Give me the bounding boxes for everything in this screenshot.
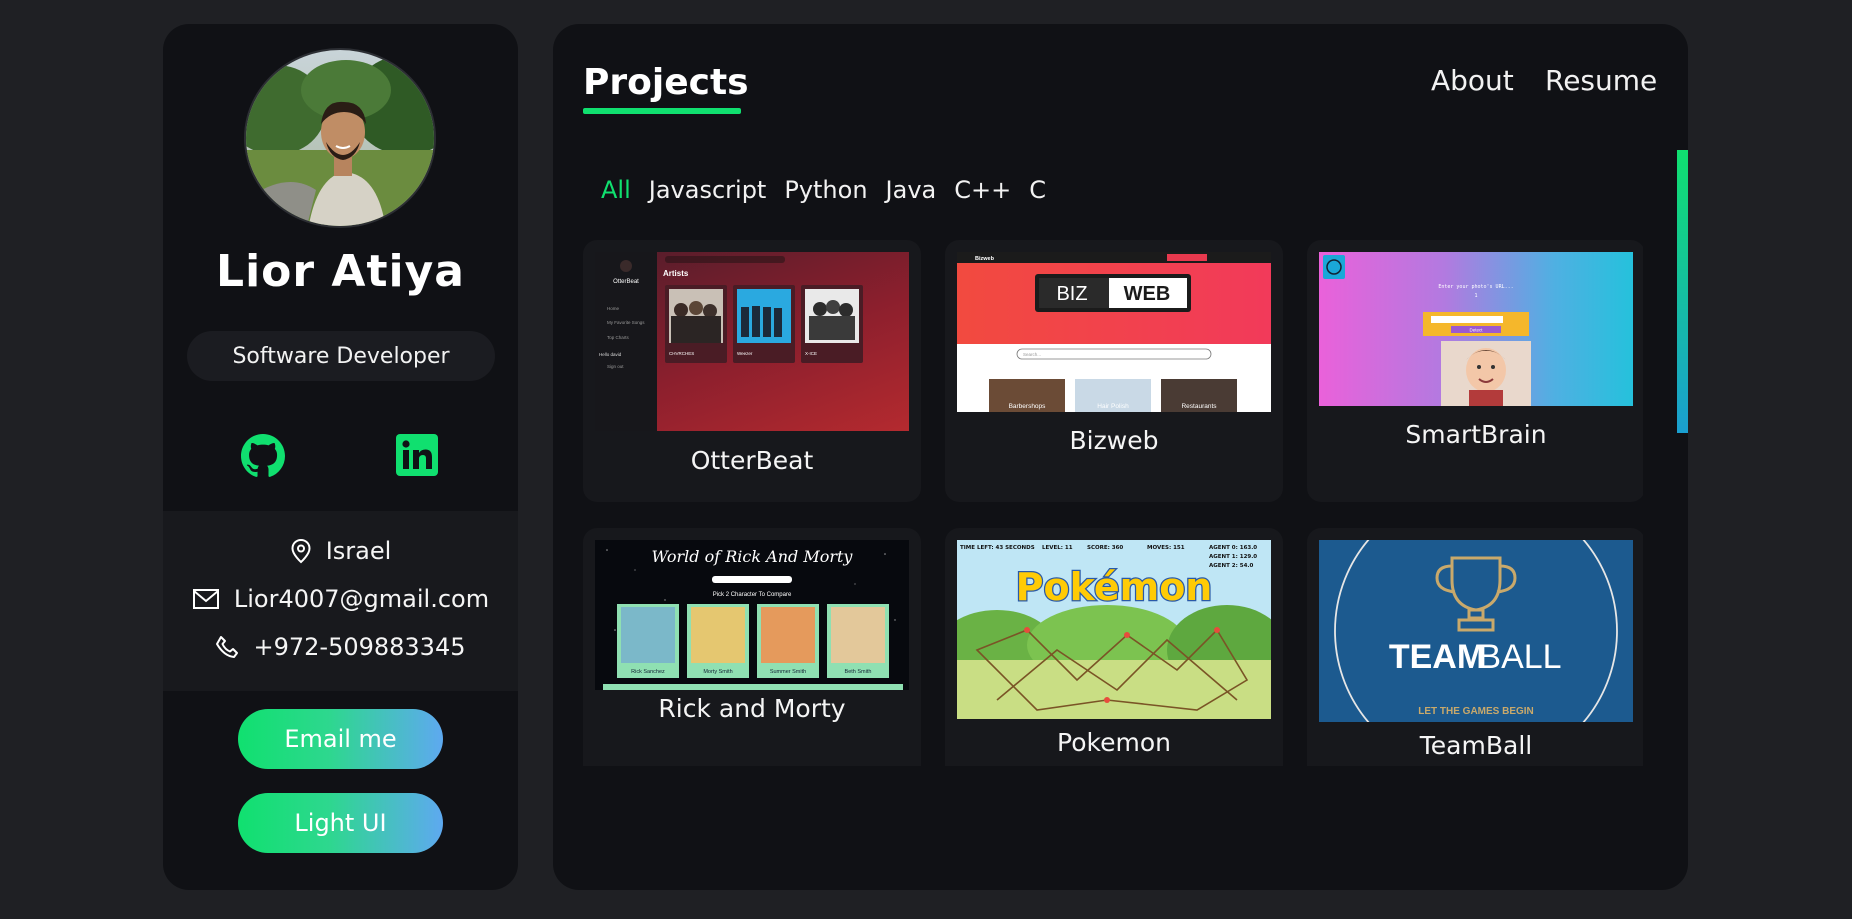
project-card-otterbeat[interactable]: OtterBeat Home My Favorite Songs Top Cha… [583,240,921,502]
svg-text:Morty Smith: Morty Smith [703,669,732,675]
filter-cpp[interactable]: C++ [954,176,1011,204]
light-ui-toggle-button[interactable]: Light UI [238,793,443,853]
email-text[interactable]: Lior4007@gmail.com [234,585,489,613]
svg-text:1: 1 [1474,293,1477,299]
role-badge: Software Developer [187,331,495,381]
phone-text[interactable]: +972-509883345 [253,633,465,661]
svg-text:LEVEL: 11: LEVEL: 11 [1042,545,1073,551]
svg-text:Rick Sanchez: Rick Sanchez [631,669,665,675]
svg-text:My Favorite Songs: My Favorite Songs [607,320,645,325]
svg-text:Hair Polish: Hair Polish [1097,403,1129,410]
project-card-bizweb[interactable]: Bizweb BIZ WEB Search... Barbershops Hai… [945,240,1283,502]
location-text: Israel [325,537,392,565]
svg-text:World of Rick And Morty: World of Rick And Morty [652,547,854,566]
svg-text:OtterBeat: OtterBeat [613,279,639,285]
svg-text:Weezer: Weezer [737,351,753,356]
svg-text:Detect: Detect [1469,328,1483,333]
svg-text:Search...: Search... [1023,352,1041,357]
email-me-button[interactable]: Email me [238,709,443,769]
otterbeat-sidebar: OtterBeat Home My Favorite Songs Top Cha… [595,252,657,431]
svg-text:BALL: BALL [1478,638,1561,676]
otterbeat-content: Artists CHVRCHES Weezer X-ICE [657,252,909,431]
profile-sidebar: Lior Atiya Software Developer Israel Lio… [163,24,518,890]
project-card-teamball[interactable]: TEAM BALL LET THE GAMES BEGIN TeamBall [1307,528,1643,766]
pokemon-thumbnail: Pokémon TIME LEFT: 43 SECONDS LEVEL: 11 … [957,540,1271,719]
project-title: OtterBeat [690,446,814,475]
location-row: Israel [163,537,518,565]
linkedin-icon[interactable] [396,434,440,478]
filter-python[interactable]: Python [784,176,867,204]
project-title: Rick and Morty [658,694,846,723]
svg-text:Pick 2 Character To Compare: Pick 2 Character To Compare [713,592,792,598]
location-pin-icon [291,538,311,564]
page-title: Projects [583,62,749,103]
project-title: SmartBrain [1405,420,1547,449]
avatar [244,48,436,228]
svg-text:Barbershops: Barbershops [1009,403,1047,410]
svg-text:CHVRCHES: CHVRCHES [669,351,694,356]
svg-text:Summer Smith: Summer Smith [770,669,806,675]
projects-grid: OtterBeat Home My Favorite Songs Top Cha… [583,240,1643,766]
svg-text:Restaurants: Restaurants [1181,403,1217,410]
svg-text:LET THE GAMES BEGIN: LET THE GAMES BEGIN [1418,706,1534,717]
contact-info: Israel Lior4007@gmail.com +972-509883345 [163,511,518,691]
svg-text:X-ICE: X-ICE [805,351,817,356]
role-label: Software Developer [232,343,450,369]
filter-all[interactable]: All [601,176,631,204]
rick-and-morty-thumbnail: World of Rick And Morty Pick 2 Character… [595,540,909,690]
projects-panel: Projects About Resume All Javascript Pyt… [553,24,1688,890]
project-card-pokemon[interactable]: Pokémon TIME LEFT: 43 SECONDS LEVEL: 11 … [945,528,1283,766]
filter-c[interactable]: C [1029,176,1046,204]
svg-text:Pokémon: Pokémon [1016,565,1213,609]
email-row[interactable]: Lior4007@gmail.com [163,585,518,613]
phone-icon [216,636,239,658]
profile-name: Lior Atiya [216,246,465,297]
svg-text:Hello david: Hello david [599,352,622,357]
filter-javascript[interactable]: Javascript [649,176,767,204]
svg-text:AGENT 0: 163.0: AGENT 0: 163.0 [1209,545,1257,551]
svg-text:WEB: WEB [1124,283,1171,305]
project-card-rick-and-morty[interactable]: World of Rick And Morty Pick 2 Character… [583,528,921,766]
smartbrain-thumbnail: Enter your photo's URL... 1 Detect [1319,252,1633,406]
svg-text:Home: Home [607,306,620,311]
github-icon[interactable] [241,434,285,478]
project-title: Pokemon [1057,728,1171,757]
title-underline [583,108,741,114]
filter-java[interactable]: Java [886,176,937,204]
language-filters: All Javascript Python Java C++ C [601,176,1046,204]
teamball-thumbnail: TEAM BALL LET THE GAMES BEGIN [1319,540,1633,722]
bizweb-thumbnail: Bizweb BIZ WEB Search... Barbershops Hai… [957,252,1271,412]
scrollbar-thumb[interactable] [1677,150,1688,433]
svg-text:MOVES: 151: MOVES: 151 [1147,545,1185,551]
svg-text:SCORE: 360: SCORE: 360 [1087,545,1123,551]
svg-text:BIZ: BIZ [1056,283,1087,305]
project-title: Bizweb [1069,426,1159,455]
svg-text:Beth Smith: Beth Smith [845,669,872,675]
nav-about-link[interactable]: About [1431,64,1514,97]
mail-icon [192,589,219,609]
phone-row[interactable]: +972-509883345 [163,633,518,661]
project-title: TeamBall [1419,731,1533,760]
nav-resume-link[interactable]: Resume [1545,64,1657,97]
svg-text:TEAM: TEAM [1389,638,1485,676]
avatar-photo [246,50,434,226]
project-card-smartbrain[interactable]: Enter your photo's URL... 1 Detect Smart… [1307,240,1643,502]
svg-text:Top Charts: Top Charts [607,335,630,340]
svg-text:Sign out: Sign out [607,364,624,369]
svg-text:Artists: Artists [663,269,689,278]
svg-text:AGENT 1: 129.0: AGENT 1: 129.0 [1209,554,1257,560]
svg-text:AGENT 2: 54.0: AGENT 2: 54.0 [1209,563,1253,569]
svg-text:Enter your photo's URL...: Enter your photo's URL... [1438,284,1513,290]
svg-text:TIME LEFT: 43 SECONDS: TIME LEFT: 43 SECONDS [960,545,1035,551]
svg-text:Bizweb: Bizweb [975,256,995,262]
otterbeat-thumbnail: OtterBeat Home My Favorite Songs Top Cha… [595,252,909,431]
